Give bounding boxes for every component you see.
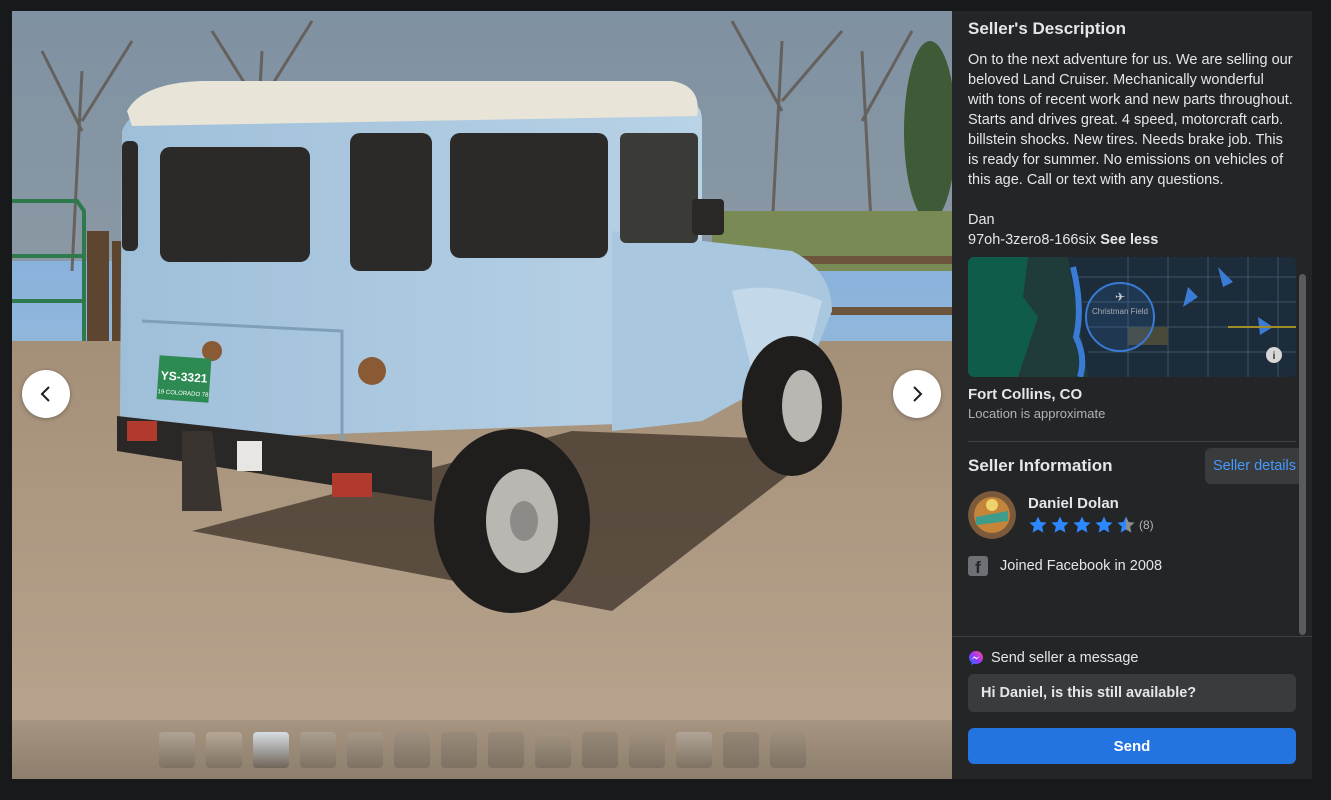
star-full-icon — [1051, 516, 1069, 533]
seller-details-button[interactable]: Seller details — [1204, 448, 1304, 484]
see-less-link[interactable]: See less — [1100, 232, 1158, 248]
marketplace-viewer: YS-3321 19 COLORADO 78 Seller's Descript… — [0, 0, 1331, 800]
thumbnail-strip — [12, 720, 952, 779]
location-name: Fort Collins, CO — [968, 386, 1083, 403]
photo-thumbnail[interactable] — [252, 731, 289, 768]
photo-thumbnail[interactable] — [299, 731, 336, 768]
star-half-icon — [1117, 516, 1135, 533]
contact-phone: 97oh-3zero8-166six — [968, 232, 1097, 248]
map-image: ✈ Christman Field i — [968, 257, 1296, 377]
photo-thumbnail[interactable] — [581, 731, 618, 768]
photo-thumbnail[interactable] — [205, 731, 242, 768]
description-title: Seller's Description — [968, 19, 1127, 38]
photo-thumbnail[interactable] — [346, 731, 383, 768]
svg-text:i: i — [1273, 351, 1276, 362]
rating-stars: (8) — [1028, 515, 1154, 535]
avatar[interactable] — [968, 491, 1016, 539]
seller-info-header: Seller Information Seller details — [968, 448, 1304, 484]
chevron-right-icon — [913, 386, 923, 402]
photo-thumbnail[interactable] — [158, 731, 195, 768]
location-note: Location is approximate — [968, 406, 1106, 421]
section-divider — [968, 441, 1296, 442]
send-message-label: Send seller a message — [968, 650, 1296, 666]
photo-thumbnail[interactable] — [534, 731, 571, 768]
message-footer: Send seller a message Hi Daniel, is this… — [952, 636, 1312, 779]
contact-name: Dan — [968, 212, 995, 228]
photo-thumbnail[interactable] — [393, 731, 430, 768]
photo-thumbnail[interactable] — [487, 731, 524, 768]
joined-text: Joined Facebook in 2008 — [1000, 558, 1163, 574]
contact-phone-line: 97oh-3zero8-166six See less — [968, 230, 1296, 250]
star-full-icon — [1095, 516, 1113, 533]
messenger-icon — [969, 651, 983, 665]
previous-photo-button[interactable] — [22, 370, 70, 418]
send-message-text: Send seller a message — [991, 650, 1139, 666]
location-map[interactable]: ✈ Christman Field i — [968, 257, 1296, 377]
seller-description: On to the next adventure for us. We are … — [968, 52, 1293, 188]
contact-info: Dan 97oh-3zero8-166six See less — [968, 210, 1296, 250]
star-full-icon — [1073, 516, 1091, 533]
next-photo-button[interactable] — [893, 370, 941, 418]
message-input[interactable]: Hi Daniel, is this still available? — [968, 674, 1296, 712]
photo-thumbnail[interactable] — [628, 731, 665, 768]
photo-thumbnail[interactable] — [722, 731, 759, 768]
joined-info: f Joined Facebook in 2008 — [968, 556, 1296, 576]
map-place-label: Christman Field — [1091, 307, 1148, 316]
photo-thumbnail[interactable] — [769, 731, 806, 768]
facebook-icon: f — [968, 556, 988, 576]
listing-details-panel: Seller's Description On to the next adve… — [952, 11, 1312, 779]
airport-icon: ✈ — [1115, 290, 1125, 304]
listing-photo: YS-3321 19 COLORADO 78 — [12, 11, 952, 720]
star-full-icon — [1029, 516, 1047, 533]
seller-profile[interactable]: Daniel Dolan (8) — [968, 491, 1296, 539]
rating-count: (8) — [1139, 518, 1154, 532]
chevron-left-icon — [40, 386, 50, 402]
seller-name[interactable]: Daniel Dolan — [1028, 495, 1154, 512]
details-scroll-area[interactable]: Seller's Description On to the next adve… — [952, 11, 1312, 636]
photo-viewer: YS-3321 19 COLORADO 78 — [12, 11, 952, 779]
photo-thumbnail[interactable] — [675, 731, 712, 768]
scrollbar[interactable] — [1299, 274, 1306, 635]
send-button[interactable]: Send — [968, 728, 1296, 764]
photo-thumbnail[interactable] — [440, 731, 477, 768]
seller-info-title: Seller Information — [968, 456, 1113, 475]
